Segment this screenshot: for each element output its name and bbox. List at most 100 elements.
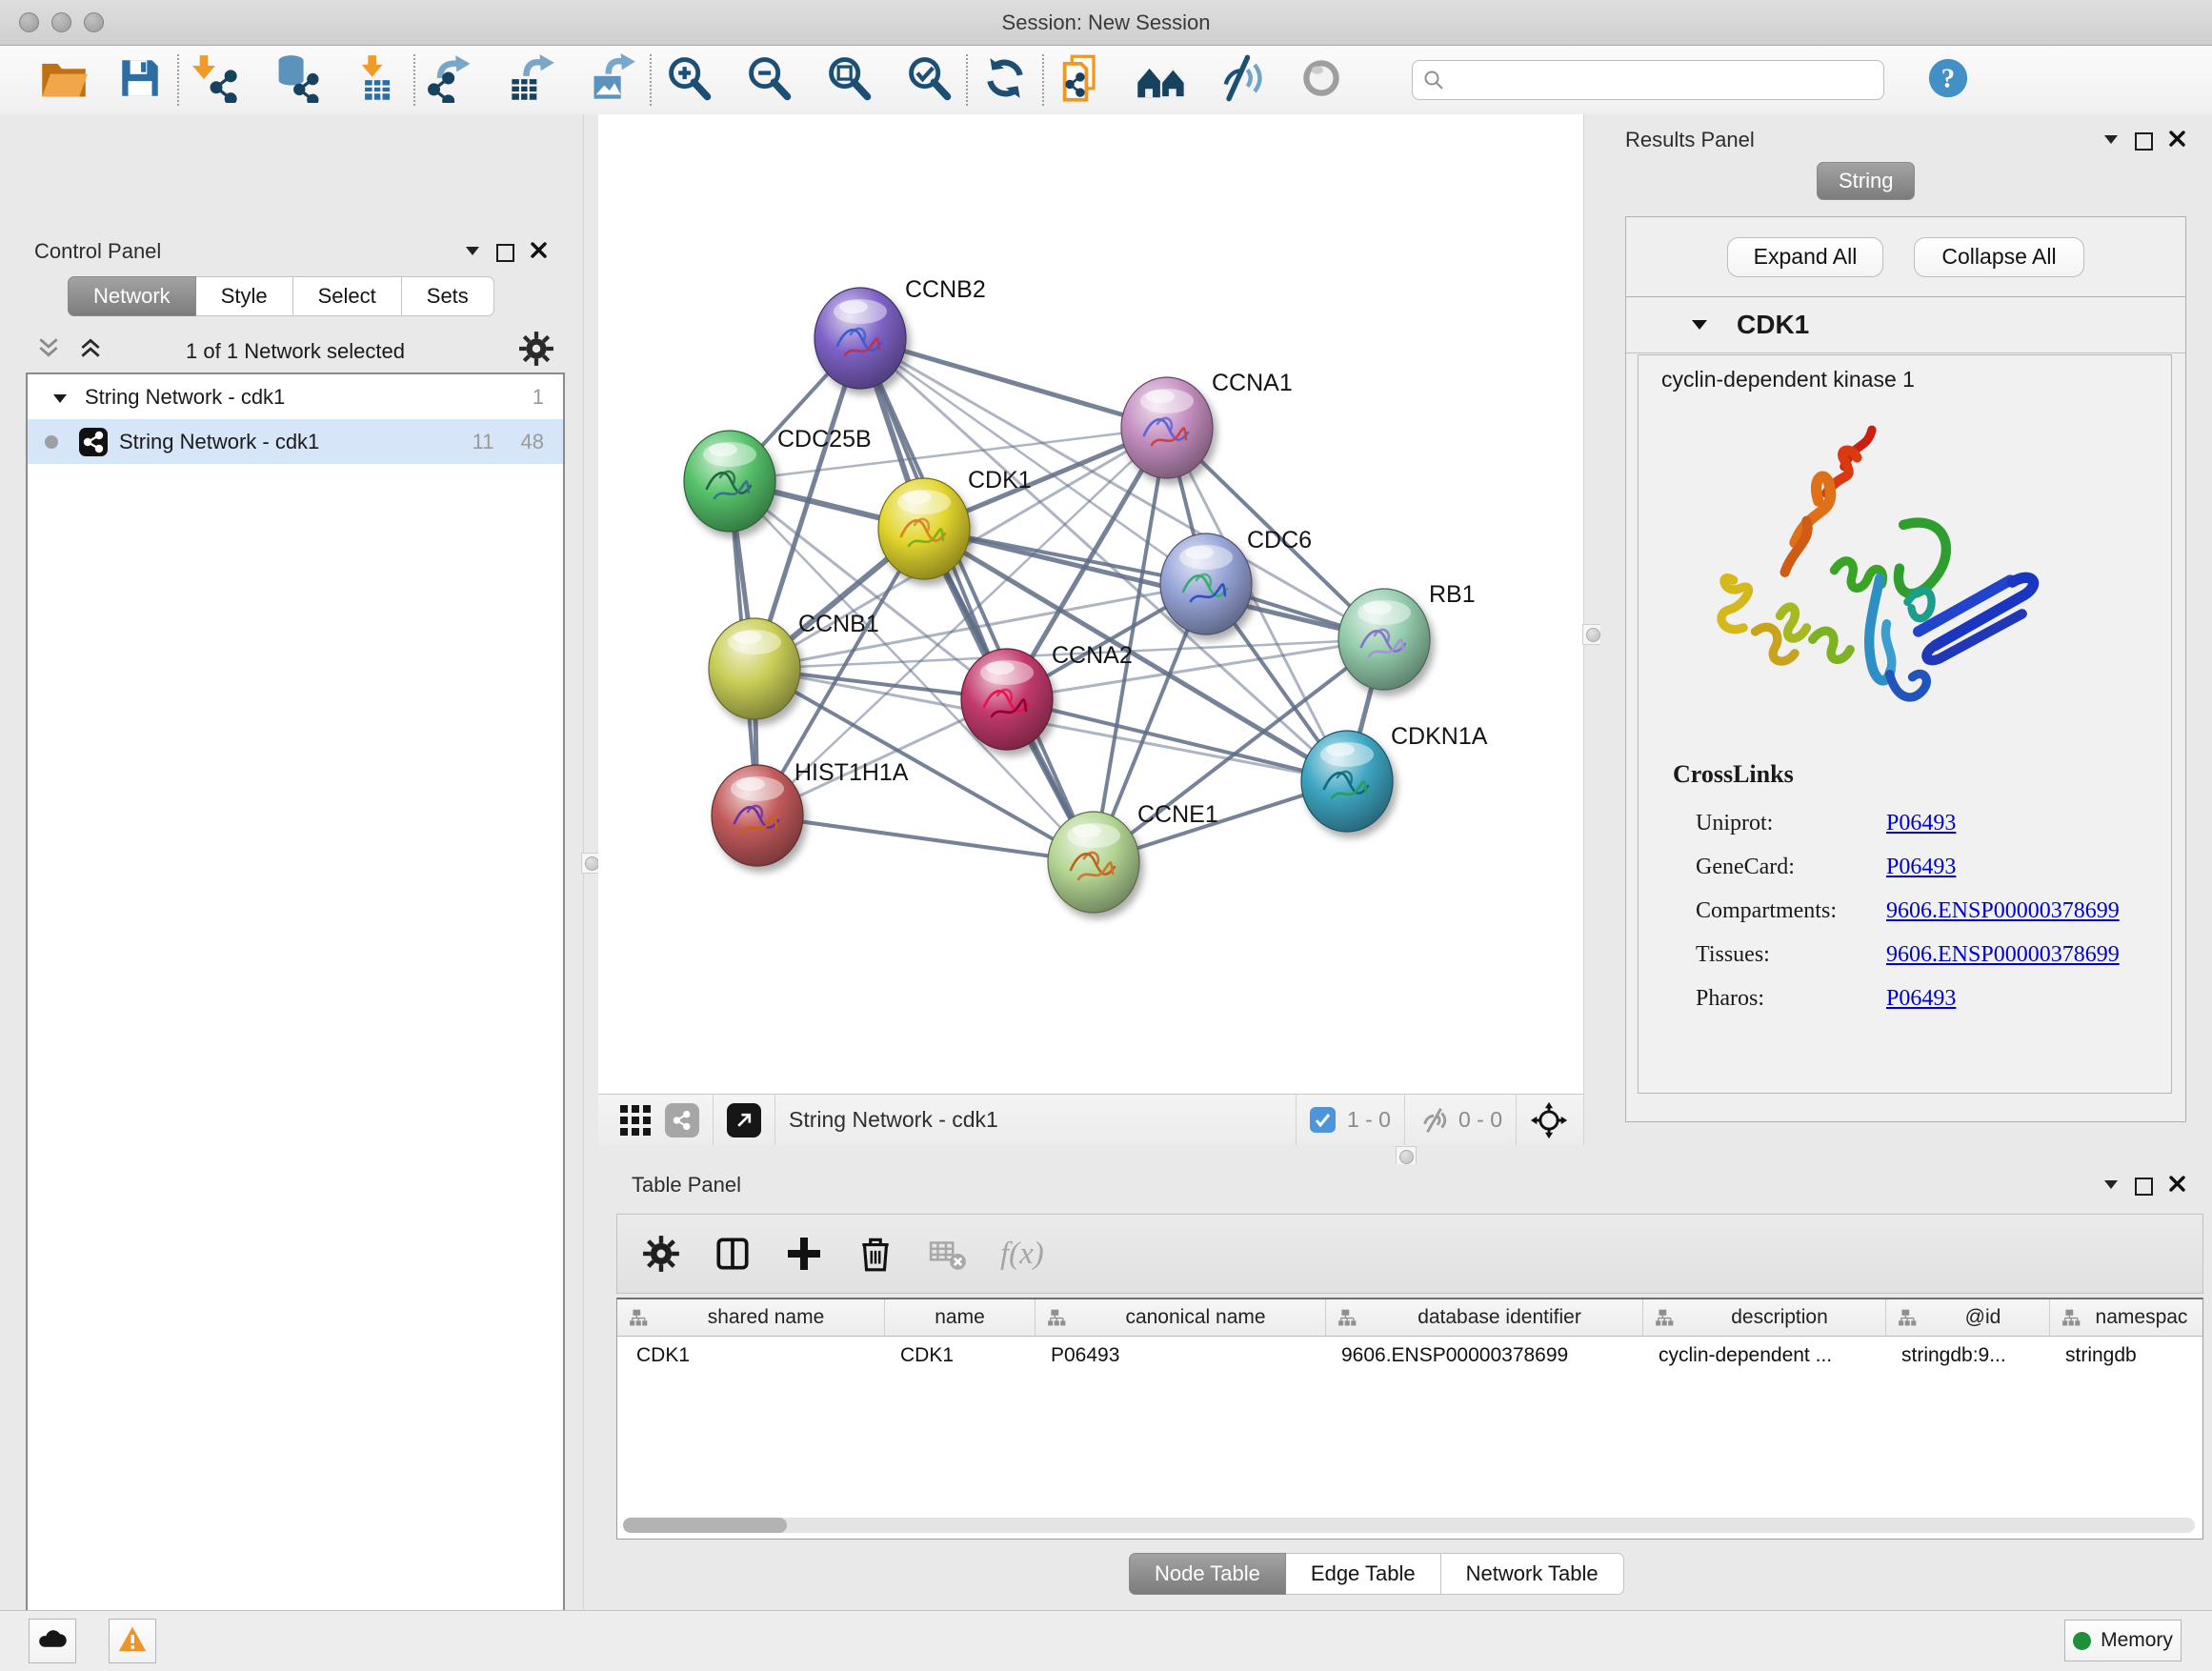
panel-close-icon[interactable] [2169,1176,2185,1197]
import-network-database-button[interactable] [269,52,324,108]
node-CDC25B[interactable] [684,431,775,532]
tab-node-table[interactable]: Node Table [1129,1553,1286,1595]
node-HIST1H1A[interactable] [712,765,803,866]
import-network-file-button[interactable] [189,52,244,108]
node-CCNA1[interactable] [1121,377,1213,478]
zoom-in-button[interactable] [661,52,716,108]
import-table-button[interactable] [349,52,404,108]
export-table-button[interactable] [505,52,560,108]
zoom-fit-button[interactable] [821,52,876,108]
table-gear-icon[interactable] [642,1235,680,1273]
clipboard-share-button[interactable] [1054,52,1109,108]
help-button[interactable]: ? [1920,52,1976,108]
panel-float-icon[interactable] [2135,132,2153,151]
panel-menu-icon[interactable] [465,244,480,261]
network-view-title: String Network - cdk1 [789,1107,998,1133]
node-CDKN1A[interactable] [1301,731,1393,832]
table-row[interactable]: CDK1 CDK1 P06493 9606.ENSP00000378699 cy… [617,1337,2202,1367]
column-header[interactable]: database identifier [1326,1299,1643,1336]
crosslink-link[interactable]: P06493 [1886,811,1956,836]
edge[interactable] [757,815,1094,862]
node-label: CCNB1 [798,611,879,637]
hide-unselected-button[interactable] [1214,52,1269,108]
detach-view-icon[interactable] [727,1103,761,1137]
tab-network-table[interactable]: Network Table [1441,1553,1624,1595]
collapse-all-tree-icon[interactable] [36,335,61,365]
column-header[interactable]: description [1643,1299,1886,1336]
cloud-status-button[interactable] [29,1619,76,1663]
tab-sets[interactable]: Sets [402,276,494,316]
column-header[interactable]: name [885,1299,1036,1336]
expand-all-button[interactable]: Expand All [1727,237,1883,277]
scrollbar-thumb[interactable] [623,1518,787,1533]
network-label: String Network - cdk1 [119,430,319,454]
node-CDK1[interactable] [878,478,970,579]
export-network-button[interactable] [425,52,480,108]
save-floppy-icon [116,54,164,107]
add-column-icon[interactable] [785,1235,823,1273]
svg-text:?: ? [1941,63,1955,93]
network-collection-row[interactable]: String Network - cdk1 1 [28,374,563,419]
edge[interactable] [860,338,1167,428]
warning-status-button[interactable] [109,1619,156,1663]
node-CDC6[interactable] [1160,534,1252,634]
refresh-button[interactable] [977,52,1033,108]
network-options-gear-icon[interactable] [518,331,554,372]
tree-expand-icon[interactable] [52,385,68,410]
hidden-eye-slash-icon[interactable] [1418,1105,1449,1136]
panel-float-icon[interactable] [2135,1178,2153,1196]
crosslink-link[interactable]: P06493 [1886,855,1956,879]
show-all-button[interactable] [1294,52,1349,108]
show-columns-icon[interactable] [713,1234,753,1274]
network-row[interactable]: String Network - cdk1 11 48 [28,419,563,464]
network-view-share-icon[interactable] [665,1103,699,1137]
panel-menu-icon[interactable] [2103,1178,2119,1195]
main-toolbar: ? [0,46,2212,115]
node-label: CCNE1 [1137,801,1218,828]
column-header[interactable]: shared name [617,1299,885,1336]
column-header[interactable]: @id [1886,1299,2050,1336]
search-field[interactable] [1412,60,1884,100]
selected-checkbox-icon[interactable] [1310,1107,1336,1133]
crosslink-link[interactable]: 9606.ENSP00000378699 [1886,898,2120,923]
zoom-out-button[interactable] [741,52,796,108]
network-share-icon [79,428,108,456]
crosshair-icon[interactable] [1530,1101,1568,1139]
string-network-graph[interactable]: CCNB2CCNA1CDC25BCDK1CDC6RB1CCNB1CCNA2CDK… [598,114,1583,1094]
crosslink-link[interactable]: P06493 [1886,986,1956,1011]
node-CCNB1[interactable] [709,618,800,719]
panel-float-icon[interactable] [496,244,514,262]
search-input[interactable] [1453,69,1874,92]
expand-all-tree-icon[interactable] [78,335,103,365]
save-session-button[interactable] [112,52,168,108]
column-header[interactable]: namespac [2050,1299,2202,1336]
collapse-all-button[interactable]: Collapse All [1914,237,2084,277]
node-CCNB2[interactable] [814,288,906,389]
panel-close-icon[interactable] [531,242,547,263]
memory-button[interactable]: Memory [2064,1620,2182,1661]
column-header[interactable]: canonical name [1036,1299,1326,1336]
protein-structure-image[interactable] [1696,422,2077,741]
node-CCNA2[interactable] [961,649,1053,750]
panel-menu-icon[interactable] [2103,132,2119,150]
export-image-button[interactable] [585,52,640,108]
open-session-button[interactable] [36,52,91,108]
zoom-selected-button[interactable] [901,52,956,108]
horizontal-scrollbar[interactable] [623,1518,2195,1533]
tab-string[interactable]: String [1817,162,1915,200]
collapse-section-icon[interactable] [1691,319,1708,331]
grid-view-icon[interactable] [619,1104,652,1137]
delete-column-icon[interactable] [855,1234,895,1274]
tab-style[interactable]: Style [196,276,293,316]
refresh-icon [981,54,1029,107]
tab-edge-table[interactable]: Edge Table [1286,1553,1441,1595]
node-RB1[interactable] [1338,589,1430,690]
home-pages-button[interactable] [1134,52,1189,108]
node-CCNE1[interactable] [1048,812,1139,913]
panel-close-icon[interactable] [2169,131,2185,151]
crosslink-link[interactable]: 9606.ENSP00000378699 [1886,942,2120,967]
network-canvas[interactable]: CCNB2CCNA1CDC25BCDK1CDC6RB1CCNB1CCNA2CDK… [598,114,1583,1094]
crosslinks-list: Uniprot:P06493 GeneCard:P06493 Compartme… [1696,801,2120,1020]
tab-select[interactable]: Select [293,276,402,316]
tab-network[interactable]: Network [68,276,196,316]
